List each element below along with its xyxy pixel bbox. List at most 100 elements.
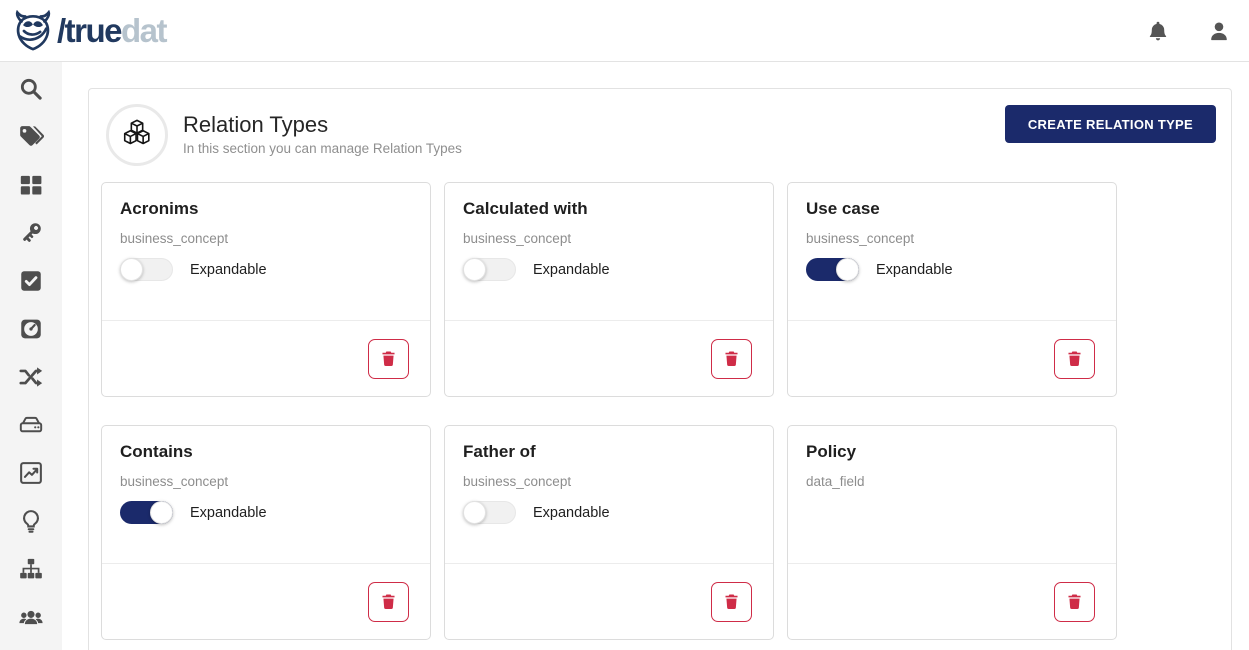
sidebar-item-search[interactable]: [0, 65, 62, 113]
quality-gauge-icon: [18, 316, 44, 342]
expandable-label: Expandable: [190, 262, 267, 278]
relation-type-subtype: business_concept: [120, 474, 412, 489]
trash-icon: [1065, 592, 1084, 611]
logo-text: /truedat: [57, 14, 166, 47]
relation-type-subtype: business_concept: [463, 474, 755, 489]
toggle-knob: [150, 501, 173, 524]
users-icon: [18, 604, 44, 630]
trash-icon: [1065, 349, 1084, 368]
trash-icon: [379, 349, 398, 368]
delete-relation-type-button[interactable]: [711, 339, 752, 379]
chart-line-icon: [18, 460, 44, 486]
expandable-row: Expandable: [120, 258, 412, 281]
sidebar-item-lineage[interactable]: [0, 353, 62, 401]
expandable-label: Expandable: [533, 262, 610, 278]
card-body: Acronims business_concept Expandable: [102, 183, 430, 321]
sidebar-item-structures[interactable]: [0, 401, 62, 449]
bell-icon[interactable]: [1146, 19, 1170, 43]
card-footer: [788, 321, 1116, 396]
expandable-toggle[interactable]: [463, 501, 516, 524]
trash-icon: [722, 592, 741, 611]
trash-icon: [379, 592, 398, 611]
sidebar-item-analytics[interactable]: [0, 449, 62, 497]
relation-type-subtype: data_field: [806, 474, 1098, 489]
tags-icon: [18, 124, 44, 150]
expandable-row: Expandable: [463, 258, 755, 281]
relation-type-name: Use case: [806, 199, 1098, 219]
search-icon: [18, 76, 44, 102]
card-footer: [102, 564, 430, 639]
delete-relation-type-button[interactable]: [1054, 339, 1095, 379]
card-body: Policy data_field: [788, 426, 1116, 564]
sidebar-item-taxonomy[interactable]: [0, 545, 62, 593]
check-square-icon: [18, 268, 44, 294]
expandable-label: Expandable: [190, 505, 267, 521]
card-footer: [788, 564, 1116, 639]
card-body: Father of business_concept Expandable: [445, 426, 773, 564]
relation-types-panel: Relation Types In this section you can m…: [88, 88, 1232, 650]
user-icon[interactable]: [1207, 19, 1231, 43]
relation-type-name: Father of: [463, 442, 755, 462]
card-body: Contains business_concept Expandable: [102, 426, 430, 564]
card-footer: [445, 564, 773, 639]
create-relation-type-button[interactable]: CREATE RELATION TYPE: [1005, 105, 1216, 143]
relation-type-subtype: business_concept: [463, 231, 755, 246]
relation-type-card: Father of business_concept Expandable: [444, 425, 774, 640]
expandable-toggle[interactable]: [120, 258, 173, 281]
cubes-icon: [106, 104, 168, 166]
card-footer: [102, 321, 430, 396]
page-title: Relation Types: [183, 112, 462, 137]
sidebar-item-rules[interactable]: [0, 257, 62, 305]
toggle-knob: [120, 258, 143, 281]
topbar: /truedat: [0, 0, 1249, 62]
sidebar-item-insights[interactable]: [0, 497, 62, 545]
relation-cards-grid: Acronims business_concept Expandable: [101, 182, 1117, 640]
sidebar-item-quality[interactable]: [0, 305, 62, 353]
relation-type-subtype: business_concept: [806, 231, 1098, 246]
expandable-toggle[interactable]: [806, 258, 859, 281]
lightbulb-icon: [18, 508, 44, 534]
sitemap-icon: [18, 556, 44, 582]
truedat-logo[interactable]: /truedat: [12, 10, 166, 52]
sidebar-item-users[interactable]: [0, 593, 62, 641]
relation-type-name: Contains: [120, 442, 412, 462]
expandable-toggle[interactable]: [463, 258, 516, 281]
page-subtitle: In this section you can manage Relation …: [183, 141, 462, 156]
sidebar-item-glossary[interactable]: [0, 113, 62, 161]
toggle-knob: [836, 258, 859, 281]
relation-type-card: Contains business_concept Expandable: [101, 425, 431, 640]
expandable-row: Expandable: [463, 501, 755, 524]
relation-type-card: Policy data_field: [787, 425, 1117, 640]
sidebar: [0, 62, 62, 650]
toggle-knob: [463, 501, 486, 524]
expandable-row: Expandable: [120, 501, 412, 524]
delete-relation-type-button[interactable]: [1054, 582, 1095, 622]
trash-icon: [722, 349, 741, 368]
topbar-actions: [1146, 19, 1239, 43]
expandable-toggle[interactable]: [120, 501, 173, 524]
shuffle-icon: [18, 364, 44, 390]
expandable-label: Expandable: [876, 262, 953, 278]
delete-relation-type-button[interactable]: [368, 582, 409, 622]
expandable-row: Expandable: [806, 258, 1098, 281]
panel-header: Relation Types In this section you can m…: [101, 104, 1216, 166]
delete-relation-type-button[interactable]: [368, 339, 409, 379]
main-content: Relation Types In this section you can m…: [62, 62, 1249, 650]
relation-type-card: Calculated with business_concept Expanda…: [444, 182, 774, 397]
relation-type-name: Calculated with: [463, 199, 755, 219]
sidebar-item-dashboards[interactable]: [0, 161, 62, 209]
sidebar-item-permissions[interactable]: [0, 209, 62, 257]
key-icon: [18, 220, 44, 246]
relation-type-card: Acronims business_concept Expandable: [101, 182, 431, 397]
app-window: /truedat: [0, 0, 1249, 650]
card-body: Use case business_concept Expandable: [788, 183, 1116, 321]
card-footer: [445, 321, 773, 396]
relation-type-name: Policy: [806, 442, 1098, 462]
card-body: Calculated with business_concept Expanda…: [445, 183, 773, 321]
toggle-knob: [463, 258, 486, 281]
expandable-label: Expandable: [533, 505, 610, 521]
delete-relation-type-button[interactable]: [711, 582, 752, 622]
relation-type-card: Use case business_concept Expandable: [787, 182, 1117, 397]
relation-type-name: Acronims: [120, 199, 412, 219]
grid-icon: [18, 172, 44, 198]
